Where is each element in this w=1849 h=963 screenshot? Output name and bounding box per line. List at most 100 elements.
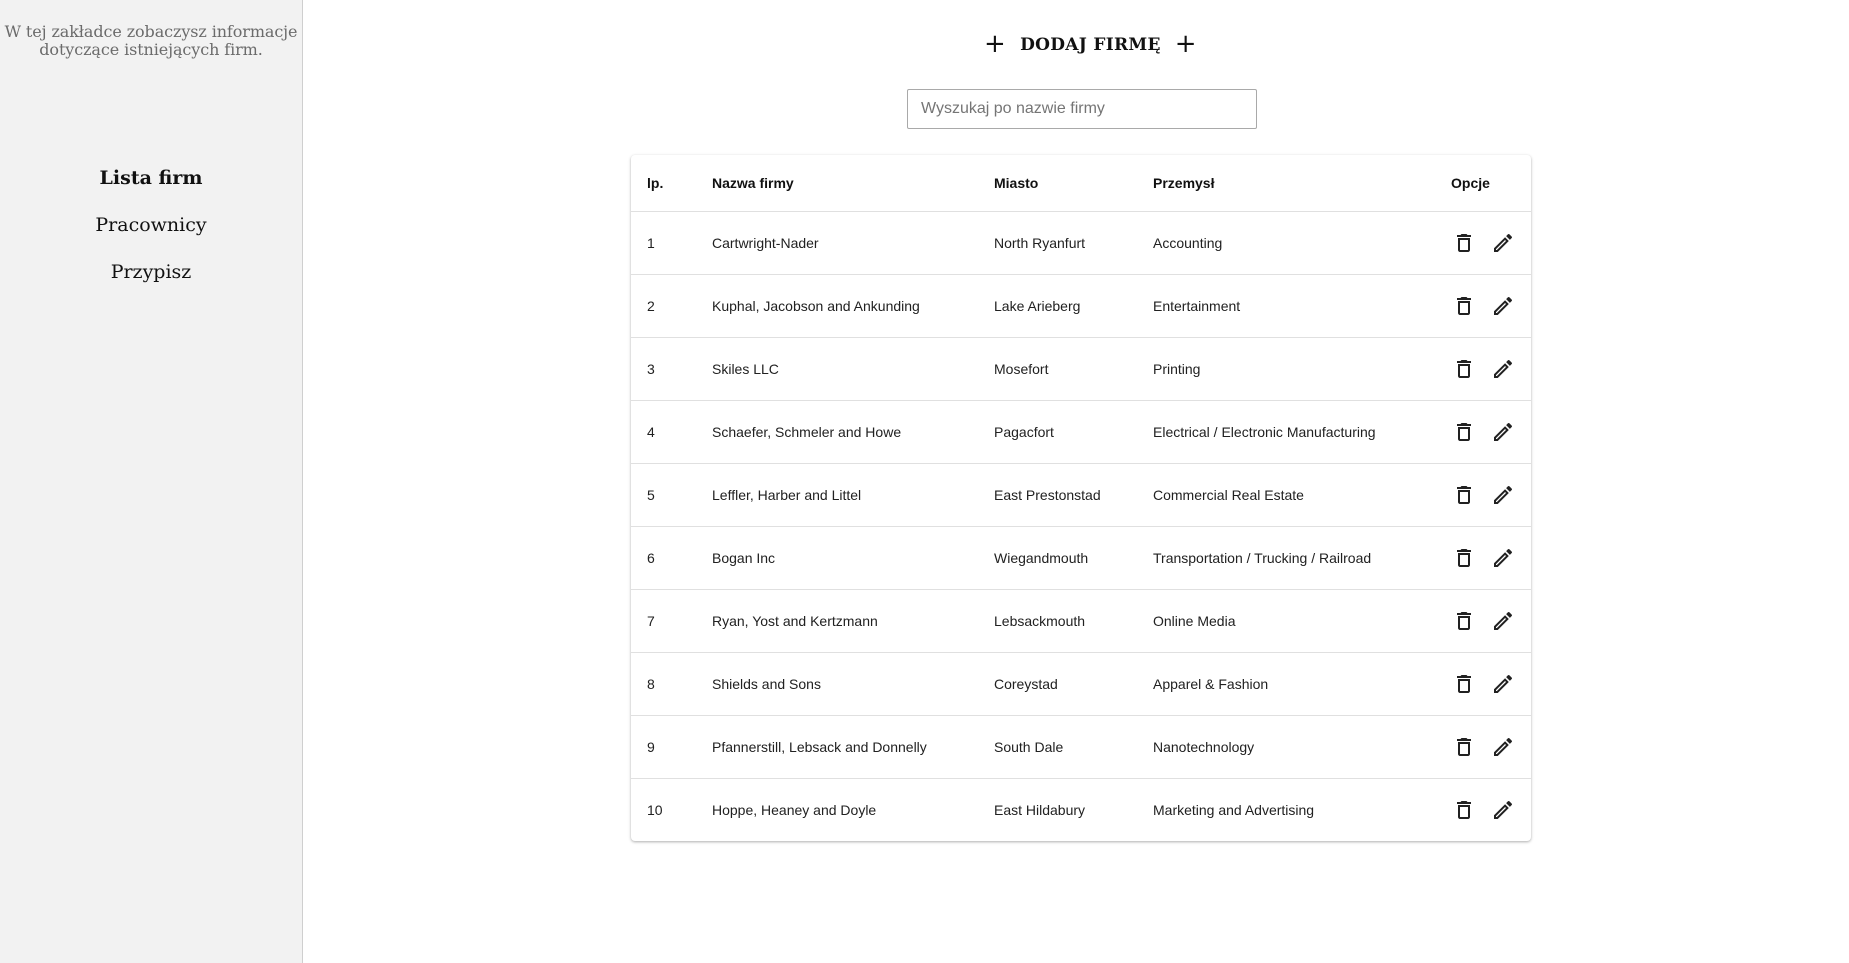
cell-lp: 6 <box>631 526 712 590</box>
cell-city: North Ryanfurt <box>994 211 1153 275</box>
row-actions <box>1451 293 1531 319</box>
cell-lp: 1 <box>631 211 712 275</box>
cell-city: Lebsackmouth <box>994 589 1153 653</box>
sidebar-description: W tej zakładce zobaczysz informacje doty… <box>4 22 298 59</box>
cell-options <box>1451 400 1531 464</box>
table-row: 8 Shields and Sons Coreystad Apparel & F… <box>631 652 1531 716</box>
companies-table: lp. Nazwa firmy Miasto Przemysł Opcje 1 … <box>631 155 1531 841</box>
table-row: 9 Pfannerstill, Lebsack and Donnelly Sou… <box>631 715 1531 779</box>
cell-industry: Printing <box>1153 337 1451 401</box>
cell-options <box>1451 779 1531 842</box>
cell-company-name: Hoppe, Heaney and Doyle <box>712 802 877 818</box>
cell-city: Lake Arieberg <box>994 274 1153 338</box>
main-content: + DODAJ FIRMĘ + lp. Nazwa firmy Miasto P… <box>304 0 1849 963</box>
cell-city: East Hildabury <box>994 802 1086 818</box>
cell-company-name: Leffler, Harber and Littel <box>712 463 994 527</box>
cell-lp: 4 <box>631 400 712 464</box>
pencil-icon[interactable] <box>1490 482 1516 508</box>
cell-company-name: Kuphal, Jacobson and Ankunding <box>712 274 994 338</box>
cell-lp: 9 <box>631 715 712 779</box>
pencil-icon[interactable] <box>1490 671 1516 697</box>
add-company-label: DODAJ FIRMĘ <box>1020 35 1161 55</box>
table-header-row: lp. Nazwa firmy Miasto Przemysł Opcje <box>631 155 1531 212</box>
cell-lp: 5 <box>631 463 712 527</box>
trash-icon[interactable] <box>1451 608 1477 634</box>
row-actions <box>1451 608 1531 634</box>
pencil-icon[interactable] <box>1490 797 1516 823</box>
cell-industry: Transportation / Trucking / Railroad <box>1153 526 1451 590</box>
column-header-industry[interactable]: Przemysł <box>1153 155 1451 212</box>
cell-lp: 3 <box>631 337 712 401</box>
cell-company-name: Shields and Sons <box>712 652 994 716</box>
cell-industry: Electrical / Electronic Manufacturing <box>1153 400 1451 464</box>
trash-icon[interactable] <box>1451 419 1477 445</box>
cell-company-name: Schaefer, Schmeler and Howe <box>712 400 994 464</box>
cell-city: Pagacfort <box>994 400 1153 464</box>
table-row: 6 Bogan Inc Wiegandmouth Transportation … <box>631 526 1531 590</box>
search-input[interactable] <box>907 89 1257 129</box>
table-row: 2 Kuphal, Jacobson and Ankunding Lake Ar… <box>631 274 1531 338</box>
cell-lp: 2 <box>631 274 712 338</box>
table-row: 10 Hoppe, Heaney and Doyle East Hildabur… <box>631 779 1531 842</box>
cell-city: Mosefort <box>994 337 1153 401</box>
cell-city: Coreystad <box>994 652 1153 716</box>
trash-icon[interactable] <box>1451 545 1477 571</box>
cell-company-name: Cartwright-Nader <box>712 211 994 275</box>
cell-industry: Accounting <box>1153 211 1451 275</box>
column-header-lp[interactable]: lp. <box>631 155 712 212</box>
cell-industry: Apparel & Fashion <box>1153 652 1451 716</box>
trash-icon[interactable] <box>1451 482 1477 508</box>
sidebar-item-pracownicy[interactable]: Pracownicy <box>0 214 302 261</box>
pencil-icon[interactable] <box>1490 419 1516 445</box>
cell-lp: 7 <box>631 589 712 653</box>
cell-options <box>1451 211 1531 275</box>
table-row: 4 Schaefer, Schmeler and Howe Pagacfort … <box>631 400 1531 464</box>
sidebar-nav: Lista firm Pracownicy Przypisz <box>0 167 302 308</box>
trash-icon[interactable] <box>1451 230 1477 256</box>
pencil-icon[interactable] <box>1490 545 1516 571</box>
trash-icon[interactable] <box>1451 734 1477 760</box>
trash-icon[interactable] <box>1451 671 1477 697</box>
pencil-icon[interactable] <box>1490 293 1516 319</box>
add-company-button[interactable]: + DODAJ FIRMĘ + <box>984 29 1197 61</box>
cell-company-name: Ryan, Yost and Kertzmann <box>712 589 994 653</box>
row-actions <box>1451 482 1531 508</box>
trash-icon[interactable] <box>1451 797 1477 823</box>
cell-options <box>1451 652 1531 716</box>
cell-options <box>1451 274 1531 338</box>
trash-icon[interactable] <box>1451 293 1477 319</box>
column-header-options: Opcje <box>1451 155 1531 212</box>
column-header-city[interactable]: Miasto <box>994 155 1153 212</box>
cell-options <box>1451 463 1531 527</box>
cell-options <box>1451 337 1531 401</box>
cell-options <box>1451 526 1531 590</box>
cell-city: East Prestonstad <box>994 463 1153 527</box>
trash-icon[interactable] <box>1451 356 1477 382</box>
row-actions <box>1451 797 1531 823</box>
cell-industry: Commercial Real Estate <box>1153 463 1451 527</box>
sidebar-item-lista-firm[interactable]: Lista firm <box>0 167 302 214</box>
row-actions <box>1451 356 1531 382</box>
cell-industry: Marketing and Advertising <box>1153 802 1315 818</box>
sidebar: W tej zakładce zobaczysz informacje doty… <box>0 0 303 963</box>
row-actions <box>1451 419 1531 445</box>
companies-table-card: lp. Nazwa firmy Miasto Przemysł Opcje 1 … <box>631 155 1531 841</box>
cell-options <box>1451 715 1531 779</box>
cell-lp: 10 <box>647 802 663 818</box>
pencil-icon[interactable] <box>1490 734 1516 760</box>
cell-company-name: Bogan Inc <box>712 526 994 590</box>
cell-industry: Online Media <box>1153 589 1451 653</box>
sidebar-item-przypisz[interactable]: Przypisz <box>0 261 302 308</box>
pencil-icon[interactable] <box>1490 608 1516 634</box>
plus-icon: + <box>1174 29 1197 59</box>
cell-industry: Nanotechnology <box>1153 715 1451 779</box>
pencil-icon[interactable] <box>1490 230 1516 256</box>
row-actions <box>1451 545 1531 571</box>
pencil-icon[interactable] <box>1490 356 1516 382</box>
cell-company-name: Skiles LLC <box>712 337 994 401</box>
column-header-name[interactable]: Nazwa firmy <box>712 155 994 212</box>
row-actions <box>1451 734 1531 760</box>
cell-industry: Entertainment <box>1153 274 1451 338</box>
cell-city: Wiegandmouth <box>994 526 1153 590</box>
table-body: 1 Cartwright-Nader North Ryanfurt Accoun… <box>631 211 1531 842</box>
